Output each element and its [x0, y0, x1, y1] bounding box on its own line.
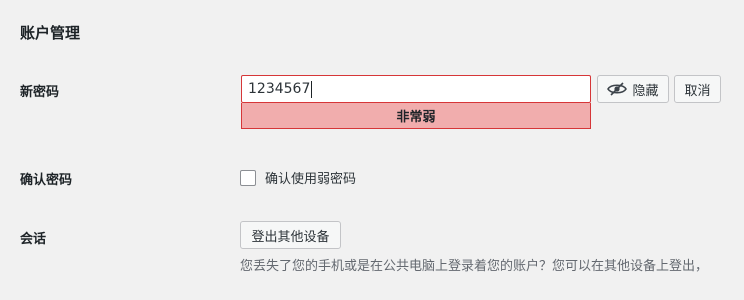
weak-password-checkbox-label[interactable]: 确认使用弱密码	[265, 168, 356, 187]
weak-password-confirm: 确认使用弱密码	[240, 168, 356, 187]
weak-password-checkbox[interactable]	[240, 169, 256, 186]
text-cursor	[311, 80, 313, 98]
eye-slash-icon	[607, 82, 628, 96]
confirm-password-label: 确认密码	[20, 173, 73, 188]
password-value: 1234567	[248, 81, 311, 97]
logout-button-label: 登出其他设备	[251, 229, 330, 245]
sessions-description: 您丢失了您的手机或是在公共电脑上登录着您的账户？您可以在其他设备上登出，	[240, 259, 709, 274]
sessions-label: 会话	[20, 232, 47, 247]
logout-other-devices-button[interactable]: 登出其他设备	[240, 221, 341, 249]
hide-password-button[interactable]: 隐藏	[597, 75, 669, 103]
new-password-input[interactable]: 1234567	[241, 75, 591, 103]
password-field-group: 1234567 非常弱	[241, 75, 591, 129]
hide-button-label: 隐藏	[632, 83, 659, 99]
cancel-button[interactable]: 取消	[674, 75, 721, 103]
section-title: 账户管理	[20, 24, 81, 42]
new-password-label: 新密码	[20, 85, 60, 100]
password-strength-meter: 非常弱	[241, 103, 591, 129]
cancel-button-label: 取消	[684, 83, 711, 99]
